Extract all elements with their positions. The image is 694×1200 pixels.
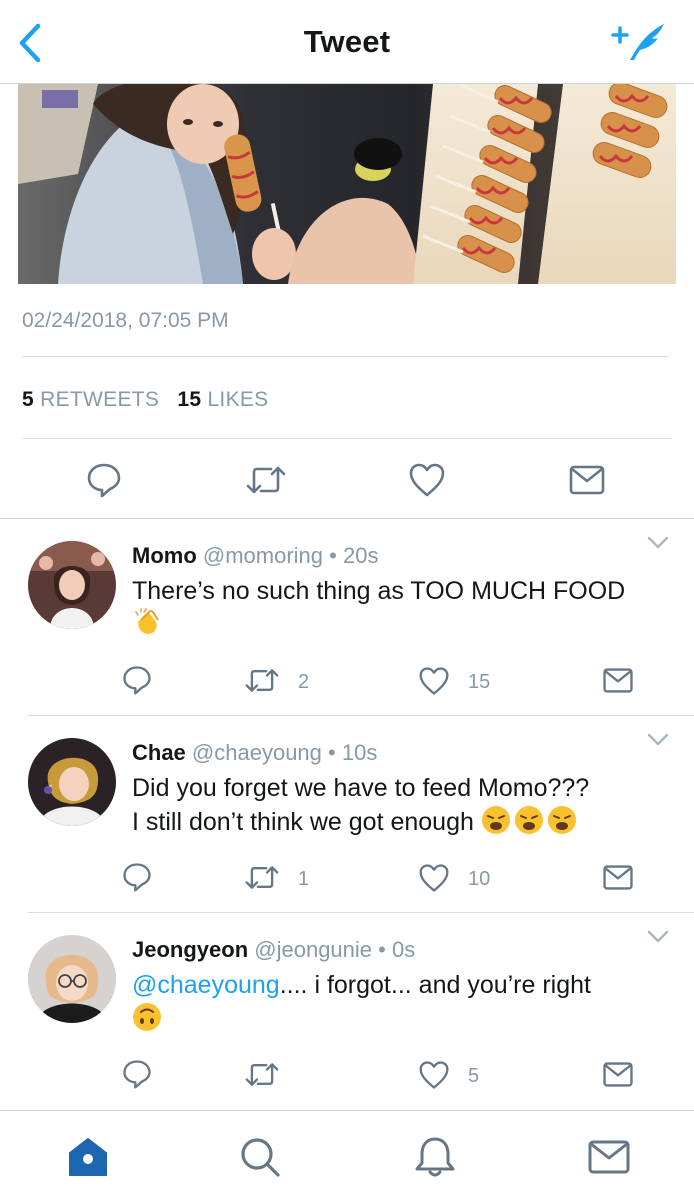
- retweet-icon[interactable]: [244, 864, 280, 891]
- tweet-actions: [0, 442, 694, 518]
- reply-separator: •: [328, 740, 336, 765]
- reply-text-body: .... i forgot... and you’re right: [279, 971, 591, 999]
- reply-item[interactable]: Momo @momoring • 20s There’s no such thi…: [0, 519, 694, 716]
- reply-item[interactable]: Chae @chaeyoung • 10s Did you forget we …: [0, 716, 694, 913]
- reply-item[interactable]: Jeongyeon @jeongunie • 0s @chaeyoung....…: [0, 913, 694, 1109]
- clapping-hands-emoji-icon: [135, 608, 159, 634]
- avatar[interactable]: [28, 738, 116, 826]
- tweet-stats: 5 RETWEETS 15 LIKES: [22, 388, 269, 412]
- reply-header: Chae @chaeyoung • 10s: [132, 740, 377, 766]
- chevron-down-icon[interactable]: [646, 929, 670, 945]
- avatar[interactable]: [28, 541, 116, 629]
- reply-time: 20s: [342, 543, 379, 568]
- reply-actions: 5: [0, 1057, 694, 1097]
- share-envelope-icon[interactable]: [602, 667, 634, 694]
- divider: [22, 438, 672, 439]
- tweet-timestamp: 02/24/2018, 07:05 PM: [22, 309, 229, 332]
- reply-author-name[interactable]: Momo: [132, 543, 197, 568]
- reply-handle[interactable]: @jeongunie: [254, 937, 372, 962]
- like-count: 10: [468, 868, 491, 890]
- nav-bar: Tweet: [0, 0, 694, 84]
- mention-link[interactable]: @chaeyoung: [132, 971, 280, 999]
- weary-face-emoji-icon: [481, 806, 510, 834]
- like-count: 15: [468, 671, 491, 693]
- reply-text: There’s no such thing as TOO MUCH FOOD: [132, 575, 682, 642]
- reply-icon[interactable]: [86, 462, 122, 498]
- reply-icon[interactable]: [122, 665, 152, 695]
- retweets-count[interactable]: 5: [22, 388, 34, 411]
- reply-actions: 1 10: [0, 860, 694, 900]
- retweets-label[interactable]: RETWEETS: [40, 388, 159, 411]
- reply-header: Momo @momoring • 20s: [132, 543, 378, 569]
- retweet-count: 2: [298, 671, 310, 693]
- search-icon[interactable]: [238, 1135, 282, 1179]
- upside-down-face-emoji-icon: [133, 1003, 161, 1031]
- reply-text: @chaeyoung.... i forgot... and you’re ri…: [132, 969, 682, 1036]
- tweet-photo[interactable]: [18, 84, 676, 284]
- like-heart-icon[interactable]: [418, 666, 450, 696]
- home-icon[interactable]: [66, 1135, 110, 1179]
- page-title: Tweet: [303, 24, 391, 59]
- reply-author-name[interactable]: Jeongyeon: [132, 937, 248, 962]
- tab-bar: [0, 1110, 694, 1200]
- reply-separator: •: [329, 543, 337, 568]
- weary-face-emoji-icon: [514, 806, 543, 834]
- reply-icon[interactable]: [122, 1059, 152, 1089]
- divider: [22, 356, 668, 357]
- chevron-down-icon[interactable]: [646, 535, 670, 551]
- weary-face-emoji-icon: [547, 806, 576, 834]
- messages-envelope-icon[interactable]: [587, 1135, 631, 1179]
- reply-handle[interactable]: @momoring: [203, 543, 323, 568]
- retweet-icon[interactable]: [245, 464, 287, 496]
- share-envelope-icon[interactable]: [568, 464, 606, 496]
- share-envelope-icon[interactable]: [602, 864, 634, 891]
- retweet-count: 1: [298, 868, 310, 890]
- avatar[interactable]: [28, 935, 116, 1023]
- reply-text-line1: Did you forget we have to feed Momo???: [132, 774, 590, 802]
- tweet-photo-image: [18, 84, 676, 284]
- retweet-icon[interactable]: [244, 667, 280, 694]
- avatar-image: [28, 541, 116, 629]
- reply-header: Jeongyeon @jeongunie • 0s: [132, 937, 415, 963]
- reply-author-name[interactable]: Chae: [132, 740, 186, 765]
- share-envelope-icon[interactable]: [602, 1061, 634, 1088]
- like-heart-icon[interactable]: [408, 462, 446, 498]
- compose-tweet-icon[interactable]: [610, 20, 668, 64]
- reply-icon[interactable]: [122, 862, 152, 892]
- reply-time: 10s: [341, 740, 378, 765]
- like-heart-icon[interactable]: [418, 863, 450, 893]
- chevron-down-icon[interactable]: [646, 732, 670, 748]
- reply-handle[interactable]: @chaeyoung: [192, 740, 322, 765]
- avatar-image: [28, 738, 116, 826]
- reply-separator: •: [378, 937, 386, 962]
- notifications-bell-icon[interactable]: [413, 1135, 457, 1179]
- retweet-icon[interactable]: [244, 1061, 280, 1088]
- reply-text-body: There’s no such thing as TOO MUCH FOOD: [132, 577, 626, 605]
- like-count: 5: [468, 1065, 480, 1087]
- like-heart-icon[interactable]: [418, 1060, 450, 1090]
- likes-count[interactable]: 15: [177, 388, 201, 411]
- reply-actions: 2 15: [0, 663, 694, 703]
- likes-label[interactable]: LIKES: [207, 388, 268, 411]
- avatar-image: [28, 935, 116, 1023]
- reply-time: 0s: [391, 937, 416, 962]
- reply-text-line2: I still don’t think we got enough: [132, 808, 474, 836]
- reply-text: Did you forget we have to feed Momo??? I…: [132, 772, 682, 839]
